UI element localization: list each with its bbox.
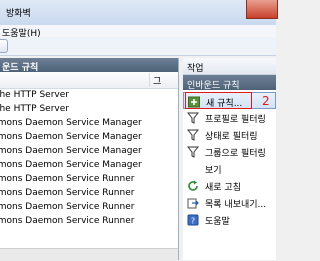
rule-name: mmons Daemon Service Manager <box>0 118 142 128</box>
view-icon <box>187 163 199 175</box>
filter-icon <box>186 129 200 141</box>
table-row[interactable]: mmons Daemon Service Runner <box>0 173 178 186</box>
action-refresh[interactable]: 새로 고침 <box>183 177 276 194</box>
rule-name: mmons Daemon Service Runner <box>0 202 135 212</box>
rule-name: mmons Daemon Service Runner <box>0 216 135 226</box>
actions-header: 작업 <box>183 58 276 75</box>
horizontal-scrollbar[interactable] <box>0 248 178 261</box>
rule-name: ache HTTP Server <box>0 90 69 100</box>
table-row[interactable]: ache HTTP Server <box>0 103 178 116</box>
actions-title: 작업 <box>187 64 204 74</box>
title-bar: 방화벽 <box>0 0 278 25</box>
filter-icon <box>186 146 200 158</box>
action-label: 프로필로 필터링 <box>205 115 266 125</box>
action-label: 새로 고침 <box>205 183 241 193</box>
table-row[interactable]: ache HTTP Server <box>0 89 178 102</box>
table-row[interactable]: mmons Daemon Service Manager <box>0 159 178 172</box>
table-row[interactable]: mmons Daemon Service Runner <box>0 215 178 228</box>
action-label: 그룹으로 필터링 <box>205 149 266 159</box>
action-label: 보기 <box>205 166 222 176</box>
rules-pane-header: 운드 규칙 <box>0 58 178 73</box>
export-icon <box>187 197 199 209</box>
table-row[interactable]: mmons Daemon Service Manager <box>0 117 178 130</box>
column-header-row: 그 <box>0 72 178 89</box>
back-button[interactable] <box>0 39 8 53</box>
close-button[interactable] <box>246 0 278 19</box>
action-filter-profile[interactable]: 프로필로 필터링 <box>183 109 276 126</box>
actions-pane: 작업 인바운드 규칙 새 규칙... 프로필로 필터링 상태로 필터링 그룹으로… <box>183 58 276 260</box>
action-filter-group[interactable]: 그룹으로 필터링 <box>183 143 276 160</box>
action-export-list[interactable]: 목록 내보내기... <box>183 194 276 211</box>
action-filter-state[interactable]: 상태로 필터링 <box>183 126 276 143</box>
rule-name: ache HTTP Server <box>0 104 69 114</box>
window-title: 방화벽 <box>6 9 31 19</box>
action-label: 목록 내보내기... <box>205 200 267 210</box>
step-number-label: 2 <box>262 94 270 108</box>
rule-name: mmons Daemon Service Runner <box>0 174 135 184</box>
filter-icon <box>186 112 200 124</box>
refresh-icon <box>187 180 199 192</box>
menu-bar: 도움말(H) <box>0 25 276 39</box>
table-row[interactable]: mmons Daemon Service Manager <box>0 145 178 158</box>
action-view[interactable]: 보기 <box>183 160 276 177</box>
table-row[interactable]: mmons Daemon Service Runner <box>0 201 178 214</box>
table-row[interactable]: mmons Daemon Service Manager <box>0 131 178 144</box>
rule-name: mmons Daemon Service Manager <box>0 132 142 142</box>
highlight-box <box>185 92 252 109</box>
column-header-group[interactable]: 그 <box>153 74 161 87</box>
rule-name: mmons Daemon Service Manager <box>0 146 142 156</box>
action-help[interactable]: ? 도움말 <box>183 211 276 228</box>
actions-section-title: 인바운드 규칙 <box>187 81 240 91</box>
actions-section-header[interactable]: 인바운드 규칙 <box>183 75 276 91</box>
rule-name: mmons Daemon Service Manager <box>0 160 142 170</box>
rules-pane: 운드 규칙 그 ache HTTP Server ache HTTP Serve… <box>0 58 179 261</box>
toolbar <box>0 37 276 56</box>
rule-name: mmons Daemon Service Runner <box>0 188 135 198</box>
action-label: 상태로 필터링 <box>205 132 258 142</box>
column-separator[interactable] <box>149 73 150 87</box>
help-icon: ? <box>187 214 199 226</box>
table-row[interactable]: mmons Daemon Service Runner <box>0 187 178 200</box>
svg-text:?: ? <box>191 217 195 226</box>
action-label: 도움말 <box>205 217 230 227</box>
